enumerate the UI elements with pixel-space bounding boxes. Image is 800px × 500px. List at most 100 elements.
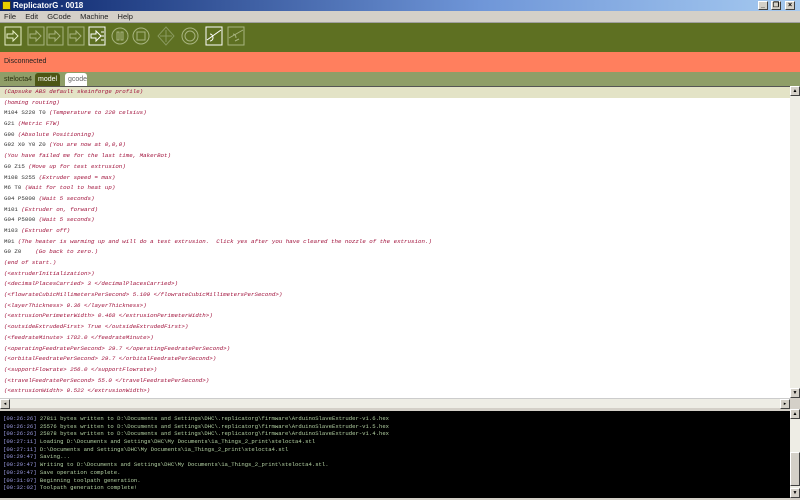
gcode-command: G0 Z0 bbox=[4, 248, 36, 256]
gcode-line: (<extrusionWidth> 0.522 </extrusionWidth… bbox=[0, 386, 790, 397]
console-message: Toolpath generation complete! bbox=[36, 484, 138, 492]
gcode-comment: (You are now at 0,0,0) bbox=[49, 141, 126, 149]
generate-icon bbox=[88, 26, 106, 46]
console-timestamp: [00:26:26] bbox=[3, 422, 37, 430]
build-from-start-button[interactable] bbox=[4, 26, 22, 46]
gcode-line: G21 (Metric FTW) bbox=[0, 119, 790, 130]
gcode-comment: (Extruder off) bbox=[21, 226, 71, 234]
console-scroll-thumb[interactable] bbox=[790, 452, 800, 486]
console-scroll-down-button[interactable]: ▼ bbox=[790, 488, 800, 498]
gcode-comment: (You have failed me for the last time, M… bbox=[4, 152, 171, 160]
gcode-comment: (Wait 5 seconds) bbox=[38, 216, 95, 224]
gcode-line: M01 (The heater is warming up and will d… bbox=[0, 237, 790, 248]
pause-button[interactable] bbox=[111, 26, 129, 46]
generate-gcode-button[interactable] bbox=[88, 26, 106, 46]
gcode-comment: (Extruder on, forward) bbox=[21, 205, 98, 213]
minimize-button[interactable]: _ bbox=[758, 1, 768, 10]
menu-edit[interactable]: Edit bbox=[25, 12, 38, 21]
scroll-up-button[interactable]: ▲ bbox=[790, 86, 800, 96]
close-button[interactable]: × bbox=[785, 1, 795, 10]
gcode-command: M01 bbox=[4, 237, 18, 245]
console-message: Loading D:\Documents and Settings\DHC\My… bbox=[36, 438, 316, 446]
console-timestamp: [00:29:47] bbox=[3, 453, 37, 461]
stop-icon bbox=[132, 27, 150, 45]
gcode-command: G04 P5000 bbox=[4, 216, 39, 224]
build-icon bbox=[4, 26, 22, 46]
reset-button[interactable] bbox=[181, 26, 199, 46]
connect-icon bbox=[205, 26, 223, 46]
gcode-line: M103 (Extruder off) bbox=[0, 226, 790, 237]
gcode-command: M103 bbox=[4, 226, 22, 234]
gcode-comment: (<flowrateCubicMillimetersPerSecond> 5.1… bbox=[4, 291, 283, 299]
toolbar bbox=[0, 23, 800, 52]
gcode-command: G21 bbox=[4, 120, 18, 128]
gcode-command: M101 bbox=[4, 205, 22, 213]
stop-button[interactable] bbox=[132, 26, 150, 46]
console-message: 25576 bytes written to D:\Documents and … bbox=[36, 422, 390, 430]
scroll-down-button[interactable]: ▼ bbox=[790, 388, 800, 398]
file-name-label: stelocta4 bbox=[4, 76, 33, 83]
connect-button[interactable] bbox=[205, 26, 223, 46]
menu-machine[interactable]: Machine bbox=[80, 12, 108, 21]
gcode-comment: (end of start.) bbox=[4, 259, 57, 266]
build-button[interactable] bbox=[27, 26, 45, 46]
restore-button[interactable]: ❐ bbox=[771, 1, 781, 10]
status-bar: Disconnected bbox=[0, 52, 800, 72]
gcode-line: G04 P5000 (Wait 5 seconds) bbox=[0, 194, 790, 205]
gcode-comment: (<operatingFeedratePerSecond> 29.7 </ope… bbox=[4, 344, 231, 352]
gcode-comment: (Wait 5 seconds) bbox=[38, 194, 95, 202]
console-timestamp: [00:27:11] bbox=[3, 445, 37, 453]
tab-gcode[interactable]: gcode bbox=[65, 73, 87, 86]
menu-help[interactable]: Help bbox=[118, 12, 133, 21]
console-line: [00:26:26] 27811 bytes written to D:\Doc… bbox=[0, 415, 790, 423]
gcode-line: (You have failed me for the last time, M… bbox=[0, 151, 790, 162]
gcode-line: (<feedrateMinute> 1782.0 </feedrateMinut… bbox=[0, 333, 790, 344]
editor-vertical-scrollbar[interactable]: ▲ ▼ bbox=[790, 86, 800, 398]
console-message: 27811 bytes written to D:\Documents and … bbox=[36, 415, 390, 422]
gcode-comment: (<layerThickness> 0.36 </layerThickness>… bbox=[4, 301, 147, 309]
scroll-left-button[interactable]: ◂ bbox=[0, 399, 10, 409]
build-icon bbox=[27, 26, 45, 46]
console-line: [00:32:02] Toolpath generation complete! bbox=[0, 484, 790, 492]
scroll-right-button[interactable]: ▸ bbox=[780, 399, 790, 409]
console-scrollbar[interactable]: ▲ ▼ bbox=[790, 409, 800, 498]
gcode-editor[interactable]: (Capsuke ABS default skeinforge profile)… bbox=[0, 86, 790, 398]
console-message: Beginning toolpath generation. bbox=[36, 476, 141, 484]
menu-file[interactable]: File bbox=[4, 12, 16, 21]
editor-horizontal-scrollbar[interactable]: ◂ ▸ bbox=[0, 398, 790, 409]
disconnect-button[interactable] bbox=[227, 26, 245, 46]
console-message: Writing to D:\Documents and Settings\DHC… bbox=[36, 461, 329, 469]
gcode-line: G90 (Absolute Positioning) bbox=[0, 130, 790, 141]
gcode-comment: (<orbitalFeedratePerSecond> 29.7 </orbit… bbox=[4, 355, 217, 363]
console-message: D:\Documents and Settings\DHC\My Documen… bbox=[36, 445, 289, 453]
tab-model[interactable]: model bbox=[35, 73, 61, 86]
control-panel-button[interactable] bbox=[157, 26, 175, 46]
gcode-command: G92 X0 Y0 Z0 bbox=[4, 141, 50, 149]
menu-gcode[interactable]: GCode bbox=[47, 12, 71, 21]
build-to-file-button[interactable] bbox=[67, 26, 85, 46]
gcode-comment: (<extrusionPerimeterWidth> 0.468 </extru… bbox=[4, 312, 213, 320]
gcode-line: (<travelFeedratePerSecond> 55.0 </travel… bbox=[0, 376, 790, 387]
gcode-comment: (Metric FTW) bbox=[17, 120, 60, 128]
disconnect-icon bbox=[227, 26, 245, 46]
build-from-line-button[interactable] bbox=[46, 26, 64, 46]
window-title: ReplicatorG - 0018 bbox=[13, 1, 84, 10]
gcode-command: M6 T0 bbox=[4, 184, 25, 192]
console-scroll-up-button[interactable]: ▲ bbox=[790, 409, 800, 419]
gcode-comment: (<decimalPlacesCarried> 3 </decimalPlace… bbox=[4, 280, 178, 288]
console-output: [00:26:26] 27811 bytes written to D:\Doc… bbox=[0, 409, 790, 498]
console-message: Save operation complete. bbox=[36, 468, 121, 476]
gcode-comment: (Absolute Positioning) bbox=[17, 130, 95, 138]
gcode-line: (<outsideExtrudedFirst> True </outsideEx… bbox=[0, 322, 790, 333]
gcode-command: G90 bbox=[4, 130, 18, 138]
gcode-line: (<supportFlowrate> 256.0 </supportFlowra… bbox=[0, 365, 790, 376]
gcode-comment: (Temperature to 220 celsius) bbox=[49, 109, 147, 117]
console-timestamp: [00:32:02] bbox=[3, 484, 37, 492]
gcode-line: (<extruderInitialization>) bbox=[0, 269, 790, 280]
console-timestamp: [00:31:07] bbox=[3, 476, 37, 484]
gcode-comment: (<extrusionWidth> 0.522 </extrusionWidth… bbox=[4, 387, 151, 395]
console-line: [00:29:47] Saving... bbox=[0, 453, 790, 461]
gcode-line: (<decimalPlacesCarried> 3 </decimalPlace… bbox=[0, 279, 790, 290]
gcode-comment: (<feedrateMinute> 1782.0 </feedrateMinut… bbox=[4, 333, 154, 341]
gcode-command: M104 S220 T0 bbox=[4, 109, 50, 117]
